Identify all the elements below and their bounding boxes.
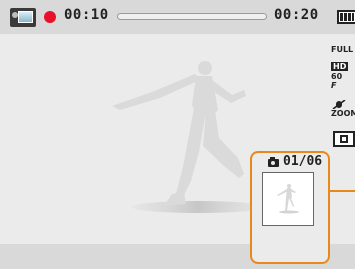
camera-icon [268, 157, 279, 167]
thumbnail-figure [277, 184, 299, 214]
snapshot-count: 01/06 [283, 154, 323, 169]
snapshot-thumbnail[interactable] [262, 172, 314, 226]
callout-line [330, 190, 355, 192]
camera-screen: 00:10 00:20 FULL HD 60 F ZOOM 01/06 [0, 0, 355, 269]
